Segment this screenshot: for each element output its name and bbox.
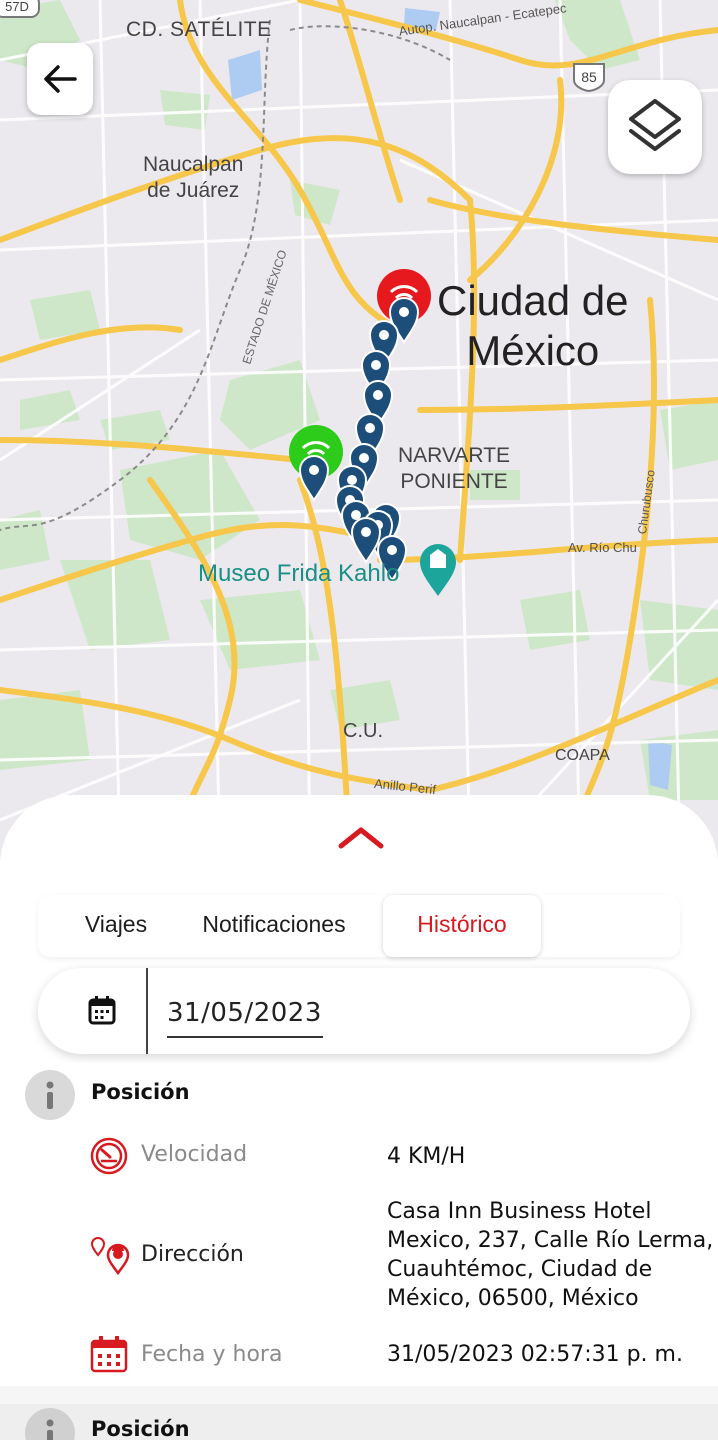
arrow-left-icon bbox=[44, 65, 77, 93]
date-picker bbox=[38, 968, 690, 1054]
map-label-cu: C.U. bbox=[343, 720, 383, 742]
record-title-next: Posición bbox=[91, 1417, 190, 1440]
speed-value: 4 KM/H bbox=[387, 1144, 466, 1169]
map-label-satelite: CD. SATÉLITE bbox=[126, 18, 272, 41]
map-label-narvarte: NARVARTE PONIENTE bbox=[398, 444, 511, 493]
highway-57d-label: 57D bbox=[5, 0, 29, 14]
tab-viajes[interactable]: Viajes bbox=[58, 895, 174, 957]
location-pin-icon bbox=[90, 1237, 130, 1275]
info-icon bbox=[25, 1408, 75, 1440]
map-layers-button[interactable] bbox=[608, 80, 702, 174]
tab-historico[interactable]: Histórico bbox=[383, 895, 541, 957]
map-view[interactable]: 85 57D CD. SATÉLITE Naucalpan de Juárez … bbox=[0, 0, 718, 860]
map-label-frida-kahlo: Museo Frida Kahlo bbox=[198, 560, 400, 587]
date-input[interactable] bbox=[167, 990, 323, 1038]
map-label-naucalpan: Naucalpan de Juárez bbox=[143, 153, 244, 202]
date-divider bbox=[146, 968, 148, 1054]
chevron-up-icon[interactable] bbox=[337, 824, 385, 850]
calendar-datetime-icon bbox=[90, 1336, 128, 1373]
datetime-label: Fecha y hora bbox=[141, 1342, 283, 1367]
highway-85-shield: 85 bbox=[573, 63, 605, 92]
map-label-cdmx: Ciudad de México bbox=[437, 277, 629, 374]
tab-bar: Viajes Notificaciones Histórico bbox=[38, 895, 680, 957]
record-title: Posición bbox=[91, 1080, 190, 1104]
speedometer-icon bbox=[90, 1137, 128, 1175]
highway-85-label: 85 bbox=[581, 69, 597, 85]
datetime-value: 31/05/2023 02:57:31 p. m. bbox=[387, 1342, 683, 1367]
highway-57d-shield: 57D bbox=[0, 0, 40, 18]
address-label: Dirección bbox=[141, 1242, 244, 1267]
map-label-rio-churubusco: Av. Río Chu bbox=[568, 540, 637, 555]
address-value: Casa Inn Business Hotel Mexico, 237, Cal… bbox=[387, 1199, 714, 1311]
speed-label: Velocidad bbox=[141, 1142, 248, 1167]
position-record-next: Posición bbox=[0, 1386, 718, 1440]
info-icon bbox=[25, 1070, 75, 1120]
museum-pin bbox=[420, 544, 456, 596]
tab-notificaciones[interactable]: Notificaciones bbox=[184, 895, 364, 957]
calendar-icon[interactable] bbox=[88, 995, 116, 1025]
map-label-coapa: COAPA bbox=[555, 747, 610, 764]
back-button[interactable] bbox=[27, 43, 93, 115]
layers-icon bbox=[629, 99, 681, 151]
position-record: Posición Velocidad 4 KM/H Dirección Casa… bbox=[0, 1063, 718, 1386]
